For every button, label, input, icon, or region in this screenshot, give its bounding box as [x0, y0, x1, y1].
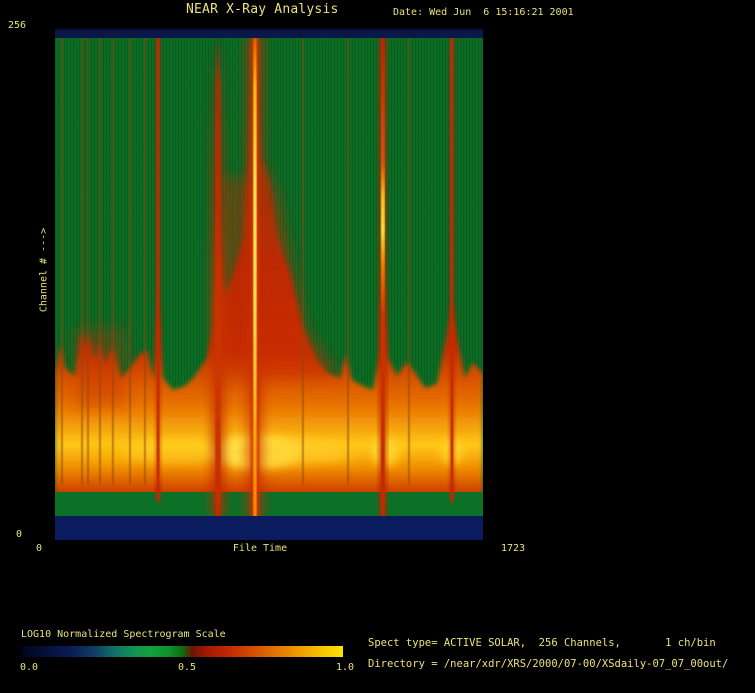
- y-axis-max-tick: 256: [8, 20, 26, 32]
- colorbar-tick-1: 1.0: [336, 662, 354, 674]
- date-label: Date: Wed Jun 6 15:16:21 2001: [393, 7, 574, 19]
- colorbar-gradient: [22, 646, 343, 657]
- x-axis-min-tick: 0: [36, 543, 42, 555]
- bottom-margin-band: [55, 516, 483, 540]
- colorbar-label: LOG10 Normalized Spectrogram Scale: [21, 629, 226, 641]
- directory-line: Directory = /near/xdr/XRS/2000/07-00/XSd…: [368, 658, 728, 670]
- y-axis-min-tick: 0: [16, 529, 22, 541]
- spect-type-line: Spect type= ACTIVE SOLAR, 256 Channels, …: [368, 637, 716, 649]
- x-axis-label: File Time: [55, 543, 465, 555]
- page-title: NEAR X-Ray Analysis: [186, 4, 339, 16]
- spectrogram-plot: [55, 28, 483, 540]
- x-axis-max-tick: 1723: [501, 543, 525, 555]
- y-axis-label: Channel # --->: [39, 228, 50, 312]
- near-xray-analysis-window: NEAR X-Ray Analysis Date: Wed Jun 6 15:1…: [0, 0, 755, 693]
- colorbar-tick-05: 0.5: [178, 662, 196, 674]
- colorbar-tick-0: 0.0: [20, 662, 38, 674]
